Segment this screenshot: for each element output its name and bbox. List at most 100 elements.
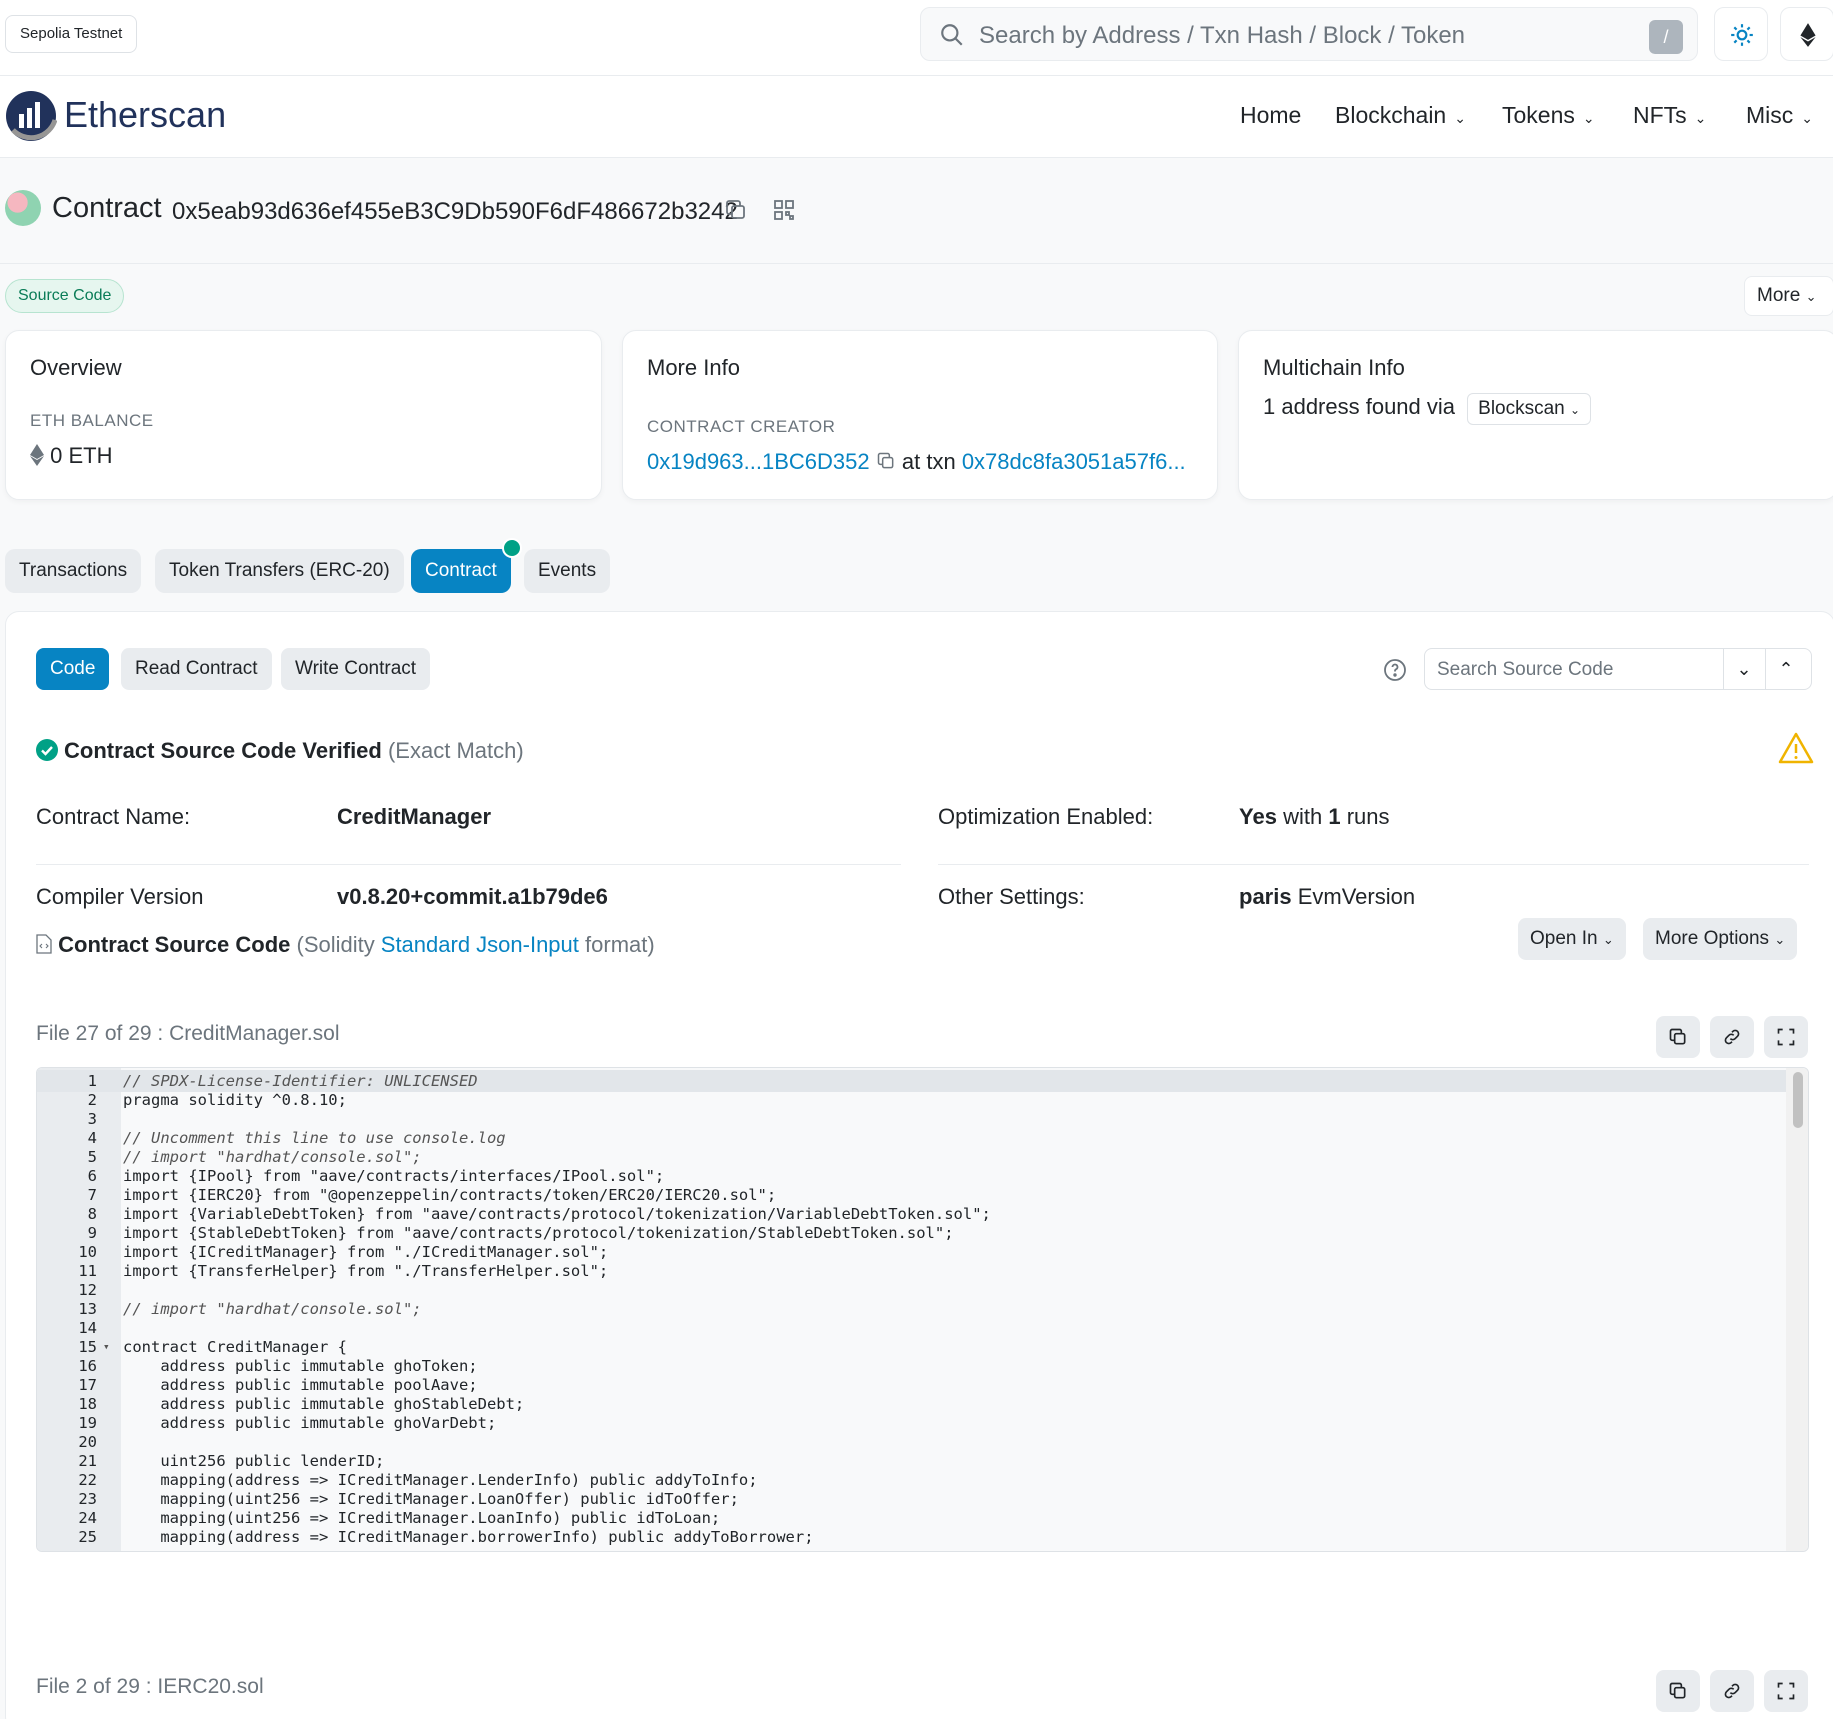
scrollbar-thumb[interactable]: [1793, 1072, 1803, 1128]
tab-events[interactable]: Events: [524, 549, 611, 593]
overview-card: Overview ETH BALANCE 0 ETH: [5, 330, 602, 500]
subtab-write-contract[interactable]: Write Contract: [281, 648, 431, 690]
chevron-down-icon: ⌄: [1694, 110, 1707, 126]
compiler-version-value: v0.8.20+commit.a1b79de6: [337, 884, 608, 909]
network-badge[interactable]: Sepolia Testnet: [5, 15, 138, 53]
creation-txn-link[interactable]: 0x78dc8fa3051a57f6...: [962, 449, 1186, 474]
search-shortcut-key: /: [1649, 20, 1683, 54]
nav-home-label: Home: [1240, 102, 1302, 128]
ethereum-icon: [30, 444, 44, 466]
search-icon: [941, 24, 963, 46]
multichain-text: 1 address found via: [1263, 394, 1456, 419]
source-code-title: Contract Source Code (Solidity Standard J…: [36, 932, 655, 958]
brand-name[interactable]: Etherscan: [64, 94, 226, 136]
source-search-input[interactable]: Search Source Code: [1437, 659, 1613, 681]
multichain-title: Multichain Info: [1263, 355, 1405, 380]
chevron-down-icon: ⌄: [1582, 110, 1595, 126]
chevron-down-icon: ⌄: [1570, 403, 1581, 417]
subtab-code[interactable]: Code: [36, 648, 110, 690]
verification-status: Contract Source Code Verified (Exact Mat…: [36, 738, 524, 764]
warning-icon[interactable]: [1778, 732, 1814, 764]
fullscreen-icon: [1777, 1028, 1795, 1046]
chevron-down-icon: ⌄: [1801, 110, 1814, 126]
open-in-dropdown[interactable]: Open In ⌄: [1518, 918, 1626, 960]
prev-match-button[interactable]: ⌃: [1765, 649, 1806, 689]
more-button[interactable]: More ⌄: [1744, 276, 1833, 316]
copy-source-button[interactable]: [1656, 1016, 1700, 1058]
evm-version: paris: [1239, 884, 1292, 909]
at-txn-label: at txn: [901, 449, 956, 474]
fullscreen-icon: [1777, 1682, 1795, 1700]
eth-balance: 0 ETH: [30, 443, 112, 469]
subtab-read-contract[interactable]: Read Contract: [121, 648, 272, 690]
help-icon[interactable]: [1383, 658, 1407, 682]
more-info-card: More Info CONTRACT CREATOR 0x19d963...1B…: [622, 330, 1218, 500]
creator-address-link[interactable]: 0x19d963...1BC6D352: [647, 449, 870, 474]
compiler-version-label: Compiler Version: [36, 884, 204, 909]
permalink-button[interactable]: [1710, 1016, 1754, 1058]
line-number: 25: [78, 1528, 97, 1546]
page-title: Contract: [52, 192, 162, 224]
editor-scrollbar[interactable]: [1786, 1068, 1808, 1551]
contract-name-value: CreditManager: [337, 804, 492, 829]
divider: [36, 864, 901, 865]
fullscreen-button[interactable]: [1764, 1016, 1808, 1058]
qr-code-icon[interactable]: [772, 198, 796, 222]
main-navbar: Etherscan Home Blockchain ⌄ Tokens ⌄ NFTs ⌄…: [0, 76, 1833, 158]
contract-creator-label: CONTRACT CREATOR: [647, 417, 836, 436]
opt-yes: Yes: [1239, 804, 1277, 829]
search-input[interactable]: Search by Address / Txn Hash / Block / T…: [979, 22, 1465, 50]
file-label: File 27 of 29 : CreditManager.sol: [36, 1022, 340, 1045]
code-text: mapping(address => ICreditManager.borrow…: [123, 1528, 814, 1546]
more-label: More: [1757, 285, 1801, 306]
eth-balance-value: 0 ETH: [50, 443, 113, 468]
divider: [938, 864, 1809, 865]
multichain-info: 1 address found via Blockscan ⌄: [1263, 393, 1592, 425]
etherscan-logo-icon[interactable]: [5, 90, 57, 142]
copy-icon[interactable]: [876, 451, 896, 471]
code-editor[interactable]: 1// SPDX-License-Identifier: UNLICENSED 2…: [36, 1067, 1809, 1552]
nav-tokens[interactable]: Tokens ⌄: [1502, 102, 1595, 129]
tab-transactions[interactable]: Transactions: [5, 549, 142, 593]
chevron-down-icon: ⌄: [1805, 289, 1817, 304]
verified-check-icon: [502, 538, 522, 558]
copy-source-button[interactable]: [1656, 1670, 1700, 1712]
network-switch-button[interactable]: [1780, 7, 1833, 61]
chevron-down-icon: ⌄: [1454, 110, 1466, 126]
contract-name-label: Contract Name:: [36, 804, 191, 829]
tab-token-transfers[interactable]: Token Transfers (ERC-20): [155, 549, 404, 593]
link-icon: [1724, 1683, 1740, 1699]
ethereum-icon: [1800, 23, 1816, 47]
theme-toggle-button[interactable]: [1714, 7, 1768, 61]
contract-address: 0x5eab93d636ef455eB3C9Db590F6dF486672b32…: [172, 198, 738, 225]
opt-runs-count: 1: [1328, 804, 1341, 829]
multichain-card: Multichain Info 1 address found via Bloc…: [1238, 330, 1833, 500]
other-settings-label: Other Settings:: [938, 884, 1085, 909]
source-code-badge[interactable]: Source Code: [5, 279, 125, 313]
other-settings-value: paris EvmVersion: [1239, 884, 1415, 910]
fullscreen-button[interactable]: [1764, 1670, 1808, 1712]
source-code-search[interactable]: Search Source Code ⌄ ⌃: [1424, 648, 1812, 690]
standard-json-input-link[interactable]: Standard Json-Input: [381, 932, 579, 957]
more-options-dropdown[interactable]: More Options ⌄: [1643, 918, 1798, 960]
more-options-label: More Options: [1655, 928, 1770, 949]
nav-nfts[interactable]: NFTs ⌄: [1633, 102, 1706, 129]
format-post: format): [585, 932, 655, 957]
tab-contract[interactable]: Contract: [411, 549, 511, 593]
chevron-down-icon: ⌄: [1602, 932, 1614, 947]
global-search[interactable]: Search by Address / Txn Hash / Block / T…: [920, 7, 1698, 61]
blockscan-dropdown[interactable]: Blockscan ⌄: [1467, 393, 1592, 425]
nav-nfts-label: NFTs: [1633, 102, 1687, 128]
contract-creator: 0x19d963...1BC6D352 at txn 0x78dc8fa3051…: [647, 449, 1186, 475]
permalink-button[interactable]: [1710, 1670, 1754, 1712]
check-circle-icon: [36, 739, 58, 761]
file-code-icon: [36, 934, 52, 954]
opt-with: with: [1283, 804, 1323, 829]
nav-home[interactable]: Home: [1240, 102, 1301, 129]
copy-icon: [1669, 1028, 1686, 1045]
contract-panel: Code Read Contract Write Contract Search…: [5, 611, 1833, 1719]
copy-icon[interactable]: [724, 198, 748, 222]
nav-misc[interactable]: Misc ⌄: [1746, 102, 1813, 129]
next-match-button[interactable]: ⌄: [1723, 649, 1764, 689]
nav-blockchain[interactable]: Blockchain ⌄: [1335, 102, 1466, 129]
